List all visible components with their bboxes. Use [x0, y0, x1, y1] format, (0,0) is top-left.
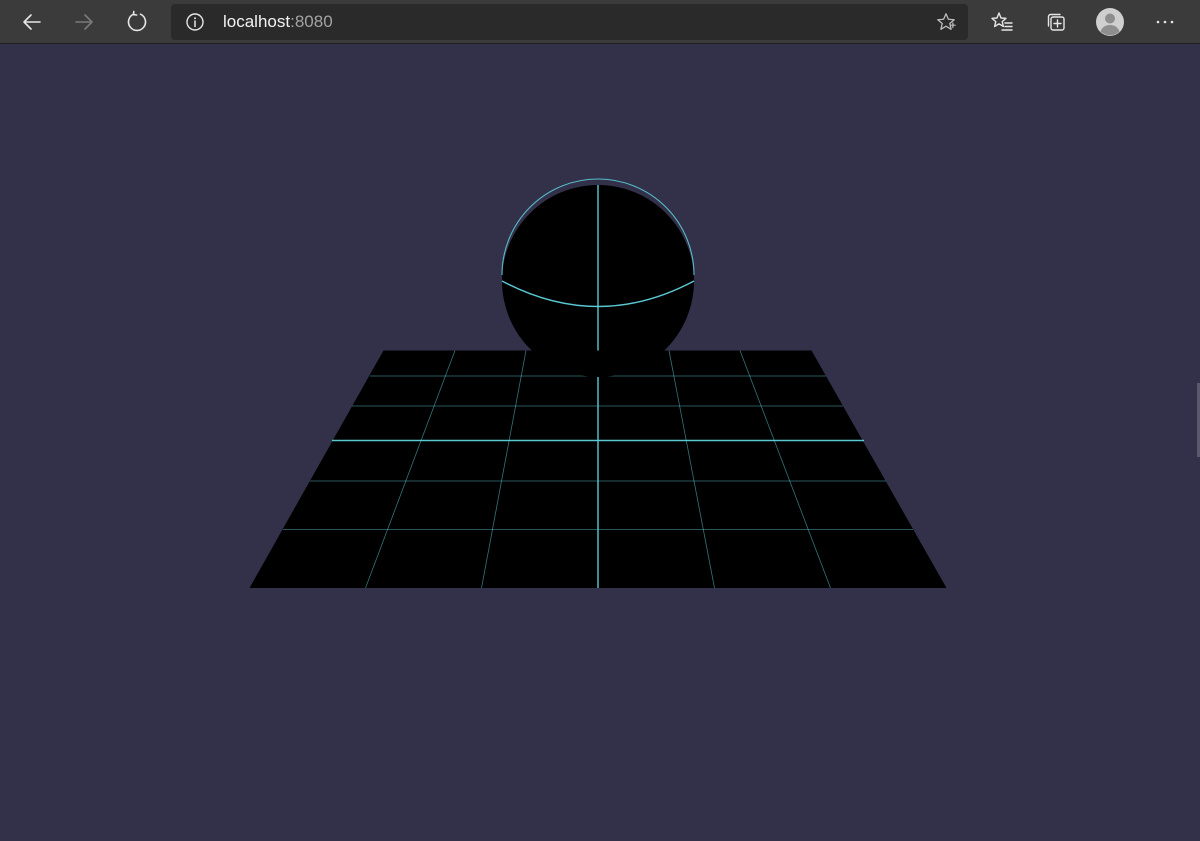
- address-bar[interactable]: localhost:8080: [171, 4, 968, 40]
- info-icon[interactable]: [185, 12, 205, 32]
- forward-button[interactable]: [66, 4, 102, 40]
- collections-button[interactable]: [1038, 4, 1074, 40]
- scene-render: [249, 178, 947, 589]
- webgl-canvas[interactable]: [0, 45, 1200, 836]
- arrow-left-icon: [23, 14, 41, 30]
- url-port: :8080: [290, 12, 333, 31]
- reload-icon: [127, 10, 147, 32]
- star-icon: [937, 13, 956, 30]
- url-text[interactable]: localhost:8080: [223, 4, 333, 40]
- profile-icon: [1096, 8, 1124, 36]
- profile-button[interactable]: [1092, 4, 1128, 40]
- add-favorite-button[interactable]: [934, 10, 958, 34]
- url-host: localhost: [223, 12, 291, 31]
- more-icon: [1156, 20, 1174, 24]
- more-menu-button[interactable]: [1147, 4, 1183, 40]
- favorites-icon: [991, 12, 1013, 31]
- browser-toolbar: localhost:8080: [0, 0, 1200, 44]
- arrow-right-icon: [75, 14, 93, 30]
- reload-button[interactable]: [119, 4, 155, 40]
- favorites-button[interactable]: [984, 4, 1020, 40]
- back-button[interactable]: [14, 4, 50, 40]
- collections-icon: [1047, 13, 1065, 31]
